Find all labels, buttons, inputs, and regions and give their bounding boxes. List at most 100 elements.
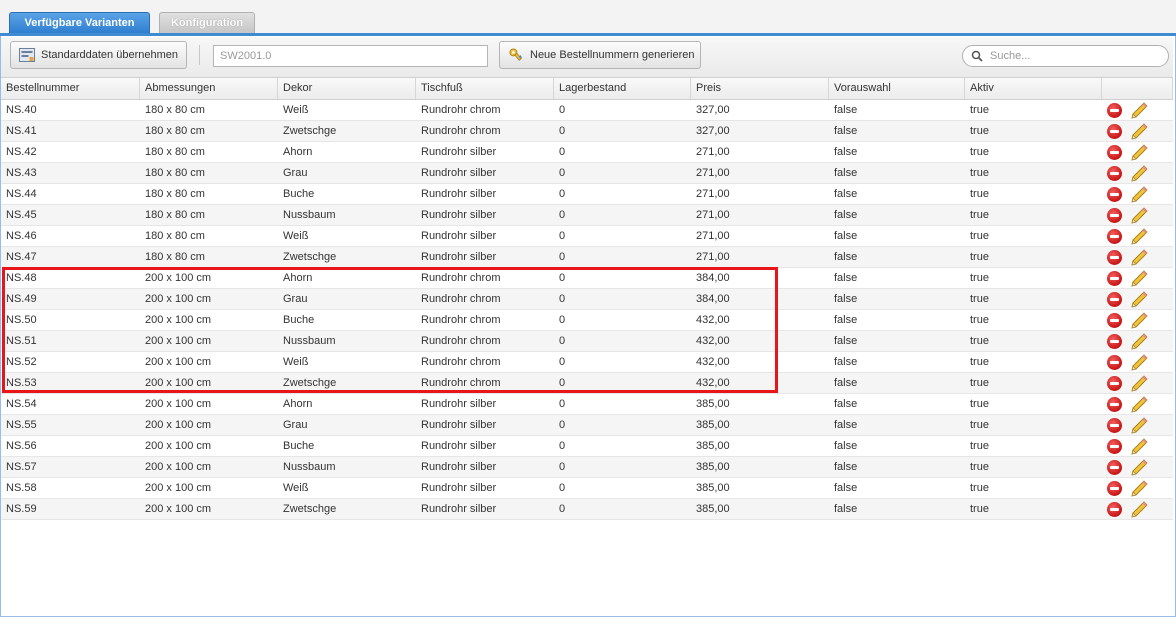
column-header-active[interactable]: Aktiv [965, 78, 1102, 99]
delete-icon[interactable] [1107, 187, 1122, 202]
cell-ordernumber: NS.45 [6, 209, 37, 221]
column-header-preselection[interactable]: Vorauswahl [829, 78, 965, 99]
table-row[interactable]: NS.40 180 x 80 cm Weiß Rundrohr chrom 0 327,0… [1, 100, 1173, 121]
delete-icon[interactable] [1107, 334, 1122, 349]
table-row[interactable]: NS.54 200 x 100 cm Ahorn Rundrohr silber 0 38… [1, 394, 1173, 415]
table-row[interactable]: NS.43 180 x 80 cm Grau Rundrohr silber 0 271,… [1, 163, 1173, 184]
delete-icon[interactable] [1107, 271, 1122, 286]
pencil-icon[interactable] [1129, 417, 1149, 435]
table-row[interactable]: NS.48 200 x 100 cm Ahorn Rundrohr chrom 0 384… [1, 268, 1173, 289]
cell-price: 271,00 [696, 188, 730, 200]
table-row[interactable]: NS.58 200 x 100 cm Weiß Rundrohr silber 0 385… [1, 478, 1173, 499]
pencil-icon[interactable] [1129, 207, 1149, 225]
delete-icon[interactable] [1107, 145, 1122, 160]
delete-icon[interactable] [1107, 502, 1122, 517]
delete-icon[interactable] [1107, 229, 1122, 244]
pencil-icon[interactable] [1129, 438, 1149, 456]
cell-preselection: false [834, 230, 858, 242]
pencil-icon[interactable] [1129, 165, 1149, 183]
table-row[interactable]: NS.46 180 x 80 cm Weiß Rundrohr silber 0 271,… [1, 226, 1173, 247]
table-row[interactable]: NS.47 180 x 80 cm Zwetschge Rundrohr silber… [1, 247, 1173, 268]
grid-header: Bestellnummer Abmessungen Dekor Tischfuß… [1, 78, 1173, 100]
column-header-table-base[interactable]: Tischfuß [416, 78, 554, 99]
table-row[interactable]: NS.42 180 x 80 cm Ahorn Rundrohr silber 0 271… [1, 142, 1173, 163]
table-row[interactable]: NS.49 200 x 100 cm Grau Rundrohr chrom 0 384,… [1, 289, 1173, 310]
cell-preselection: false [834, 461, 858, 473]
toolbar-separator [199, 45, 200, 65]
cell-active: true [970, 209, 989, 221]
pencil-icon[interactable] [1129, 144, 1149, 162]
cell-decor: Weiß [283, 356, 309, 368]
cell-price: 432,00 [696, 356, 730, 368]
delete-icon[interactable] [1107, 460, 1122, 475]
table-row[interactable]: NS.50 200 x 100 cm Buche Rundrohr chrom 0 432… [1, 310, 1173, 331]
table-row[interactable]: NS.59 200 x 100 cm Zwetschge Rundrohr silbe… [1, 499, 1173, 520]
pencil-icon[interactable] [1129, 228, 1149, 246]
generate-ordernumbers-button[interactable]: Neue Bestellnummern generieren [499, 41, 701, 69]
table-row[interactable]: NS.44 180 x 80 cm Buche Rundrohr silber 0 271… [1, 184, 1173, 205]
delete-icon[interactable] [1107, 313, 1122, 328]
cell-preselection: false [834, 419, 858, 431]
pencil-icon[interactable] [1129, 375, 1149, 393]
pencil-icon[interactable] [1129, 249, 1149, 267]
column-header-actions [1102, 78, 1173, 99]
table-row[interactable]: NS.55 200 x 100 cm Grau Rundrohr silber 0 385… [1, 415, 1173, 436]
pencil-icon[interactable] [1129, 354, 1149, 372]
search-input[interactable]: Suche... [962, 45, 1169, 67]
ordernumber-field[interactable]: SW2001.0 [213, 45, 488, 67]
delete-icon[interactable] [1107, 418, 1122, 433]
row-actions [1107, 375, 1153, 392]
column-header-price[interactable]: Preis [691, 78, 829, 99]
cell-ordernumber: NS.43 [6, 167, 37, 179]
table-row[interactable]: NS.57 200 x 100 cm Nussbaum Rundrohr silber… [1, 457, 1173, 478]
pencil-icon[interactable] [1129, 312, 1149, 330]
cell-table-base: Rundrohr silber [421, 230, 497, 242]
cell-price: 384,00 [696, 293, 730, 305]
column-header-dimensions[interactable]: Abmessungen [140, 78, 278, 99]
pencil-icon[interactable] [1129, 186, 1149, 204]
pencil-icon[interactable] [1129, 501, 1149, 519]
delete-icon[interactable] [1107, 292, 1122, 307]
cell-active: true [970, 125, 989, 137]
table-row[interactable]: NS.52 200 x 100 cm Weiß Rundrohr chrom 0 432,… [1, 352, 1173, 373]
column-header-ordernumber[interactable]: Bestellnummer [1, 78, 140, 99]
delete-icon[interactable] [1107, 355, 1122, 370]
delete-icon[interactable] [1107, 103, 1122, 118]
table-row[interactable]: NS.53 200 x 100 cm Zwetschge Rundrohr chrom… [1, 373, 1173, 394]
delete-icon[interactable] [1107, 376, 1122, 391]
cell-price: 385,00 [696, 419, 730, 431]
table-row[interactable]: NS.45 180 x 80 cm Nussbaum Rundrohr silber 0… [1, 205, 1173, 226]
delete-icon[interactable] [1107, 166, 1122, 181]
pencil-icon[interactable] [1129, 459, 1149, 477]
row-actions [1107, 438, 1153, 455]
column-header-decor[interactable]: Dekor [278, 78, 416, 99]
row-actions [1107, 249, 1153, 266]
pencil-icon[interactable] [1129, 291, 1149, 309]
pencil-icon[interactable] [1129, 123, 1149, 141]
column-header-stock[interactable]: Lagerbestand [554, 78, 691, 99]
table-row[interactable]: NS.51 200 x 100 cm Nussbaum Rundrohr chrom 0… [1, 331, 1173, 352]
cell-price: 271,00 [696, 146, 730, 158]
cell-dimensions: 180 x 80 cm [145, 209, 205, 221]
table-row[interactable]: NS.41 180 x 80 cm Zwetschge Rundrohr chrom 0… [1, 121, 1173, 142]
delete-icon[interactable] [1107, 250, 1122, 265]
delete-icon[interactable] [1107, 481, 1122, 496]
table-row[interactable]: NS.56 200 x 100 cm Buche Rundrohr silber 0 38… [1, 436, 1173, 457]
cell-table-base: Rundrohr chrom [421, 125, 501, 137]
pencil-icon[interactable] [1129, 333, 1149, 351]
delete-icon[interactable] [1107, 439, 1122, 454]
cell-dimensions: 180 x 80 cm [145, 125, 205, 137]
tab-configuration[interactable]: Konfiguration [159, 12, 255, 33]
delete-icon[interactable] [1107, 397, 1122, 412]
apply-default-data-button[interactable]: Standarddaten übernehmen [10, 41, 187, 69]
cell-ordernumber: NS.52 [6, 356, 37, 368]
cell-decor: Buche [283, 440, 315, 452]
row-actions [1107, 459, 1153, 476]
pencil-icon[interactable] [1129, 396, 1149, 414]
delete-icon[interactable] [1107, 124, 1122, 139]
delete-icon[interactable] [1107, 208, 1122, 223]
tab-available-variants[interactable]: Verfügbare Varianten [9, 12, 150, 33]
pencil-icon[interactable] [1129, 102, 1149, 120]
pencil-icon[interactable] [1129, 480, 1149, 498]
pencil-icon[interactable] [1129, 270, 1149, 288]
